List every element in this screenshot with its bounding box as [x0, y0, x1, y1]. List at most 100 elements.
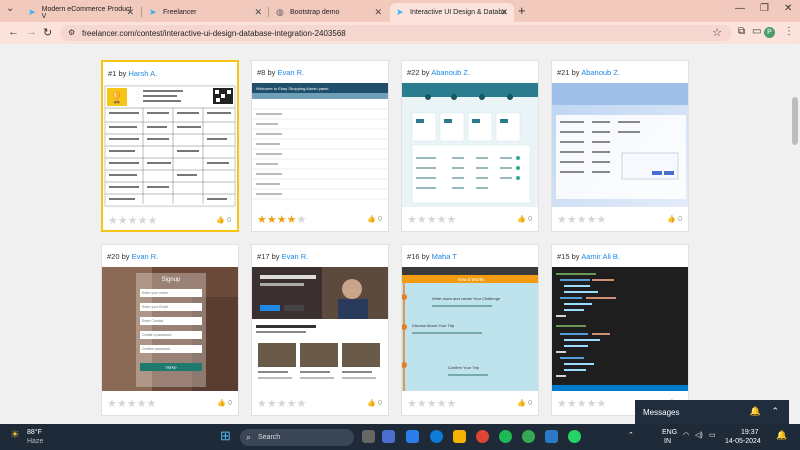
star-rating[interactable]: ★★★★★ — [108, 214, 157, 227]
chevron-up-icon[interactable]: ⌃ — [771, 406, 779, 417]
clock-time[interactable]: 19:37 — [741, 429, 759, 436]
entry-author-link[interactable]: Aamir Ali B. — [581, 252, 620, 261]
svg-text:Enter your Email: Enter your Email — [142, 305, 168, 309]
menu-icon[interactable]: ⋮ — [784, 26, 794, 37]
messages-panel[interactable]: Messages 🔔 ⌃ — [635, 400, 789, 424]
star-rating[interactable]: ★★★★★ — [107, 397, 156, 410]
likes-count[interactable]: 👍 0 — [667, 215, 682, 223]
whatsapp-icon[interactable] — [568, 430, 581, 443]
avatar[interactable]: P — [764, 27, 775, 38]
tab-title: Freelancer — [163, 9, 197, 16]
star-rating[interactable]: ★★★★★ — [257, 213, 306, 226]
entry-card[interactable]: #21 by Abanoub Z. ★★★★★ 👍 0 — [551, 60, 689, 232]
bell-icon[interactable]: 🔔 — [750, 406, 761, 417]
entry-number: #16 — [407, 252, 420, 261]
address-bar[interactable]: ⚙ freelancer.com/contest/interactive-ui-… — [60, 25, 732, 41]
maximize-button[interactable]: ❐ — [760, 3, 769, 14]
spotify-icon[interactable] — [499, 430, 512, 443]
search-icon: ⌕ — [246, 432, 252, 442]
contest-entries-page: #1 by Harsh A. 🏆 ★★★★★ 👍 0 #8 by Evan R.… — [0, 44, 790, 424]
close-tab-icon[interactable]: ✕ — [374, 7, 382, 18]
bookmark-star-icon[interactable]: ☆ — [712, 26, 722, 39]
chrome-profile-icon[interactable] — [522, 430, 535, 443]
entry-thumbnail[interactable]: How it Works Write down and create Your … — [402, 267, 538, 391]
vscode-icon[interactable] — [545, 430, 558, 443]
entry-thumbnail[interactable] — [552, 267, 688, 391]
site-info-icon[interactable]: ⚙ — [68, 28, 75, 37]
entry-card[interactable]: #17 by Evan R. ★★★★★ 👍 0 — [251, 244, 389, 416]
file-explorer-icon[interactable] — [453, 430, 466, 443]
entry-author-link[interactable]: Abanoub Z. — [431, 68, 470, 77]
likes-count[interactable]: 👍 0 — [216, 216, 231, 224]
windows-start-icon[interactable]: ⊞ — [220, 428, 231, 444]
copilot-icon[interactable] — [382, 430, 395, 443]
entry-card[interactable]: #1 by Harsh A. 🏆 ★★★★★ 👍 0 — [101, 60, 239, 232]
task-view-icon[interactable] — [362, 430, 375, 443]
likes-count[interactable]: 👍 0 — [217, 399, 232, 407]
entry-author-link[interactable]: Harsh A. — [128, 69, 157, 78]
tab-interactive-ui[interactable]: ➤ Interactive UI Design & Databa ✕ — [390, 3, 514, 22]
wifi-icon[interactable]: ◠ — [683, 431, 689, 439]
entry-header: #17 by Evan R. — [257, 252, 309, 261]
new-tab-button[interactable]: + — [518, 3, 526, 18]
entry-thumbnail[interactable] — [552, 83, 688, 207]
minimize-button[interactable]: — — [735, 3, 745, 14]
close-tab-icon[interactable]: ✕ — [126, 7, 134, 18]
likes-count[interactable]: 👍 0 — [517, 215, 532, 223]
battery-icon[interactable]: ▭ — [709, 431, 716, 439]
photos-icon[interactable] — [406, 430, 419, 443]
entry-thumbnail[interactable]: Welcome to Ebay Shopping Admin panel — [252, 83, 388, 207]
notifications-icon[interactable]: 🔔 — [776, 430, 787, 441]
entry-card[interactable]: #22 by Abanoub Z. ★★★★★ 👍 0 — [401, 60, 539, 232]
chevron-up-icon[interactable]: ⌃ — [628, 431, 634, 439]
language-code[interactable]: ENG — [662, 429, 677, 436]
close-window-button[interactable]: ✕ — [784, 3, 792, 14]
star-rating[interactable]: ★★★★★ — [557, 213, 606, 226]
browser-tab-strip: ➤ Modern eCommerce Product V ✕ ➤ Freelan… — [0, 0, 800, 22]
entry-number: #20 — [107, 252, 120, 261]
entry-author-link[interactable]: Evan R. — [282, 252, 309, 261]
scrollbar-thumb[interactable] — [792, 97, 798, 145]
star-rating[interactable]: ★★★★★ — [557, 397, 606, 410]
tab-search-icon[interactable]: ⌄ — [6, 3, 14, 14]
edge-icon[interactable] — [430, 430, 443, 443]
entry-thumbnail[interactable]: 🏆 — [103, 84, 237, 208]
extensions-icon[interactable]: ⧉ — [738, 26, 745, 37]
star-rating[interactable]: ★★★★★ — [407, 397, 456, 410]
likes-count[interactable]: 👍 0 — [367, 399, 382, 407]
entry-thumbnail[interactable]: Signup Enter your name Enter your Email E… — [102, 267, 238, 391]
svg-text:Enter Contact: Enter Contact — [142, 319, 163, 323]
entry-author-link[interactable]: Maha T — [432, 252, 457, 261]
forward-icon[interactable]: → — [26, 26, 37, 38]
taskbar-search[interactable]: ⌕ Search — [240, 429, 354, 446]
entry-card[interactable]: #20 by Evan R. Signup Enter your name Ent… — [101, 244, 239, 416]
entry-card[interactable]: #16 by Maha T How it Works Write down an… — [401, 244, 539, 416]
tab-modern-ecommerce[interactable]: ➤ Modern eCommerce Product V ✕ — [22, 3, 140, 22]
entry-author-link[interactable]: Evan R. — [132, 252, 159, 261]
entry-number: #21 — [557, 68, 570, 77]
entry-card[interactable]: #15 by Aamir Ali B. ★★★★★ 👍 0 — [551, 244, 689, 416]
weather-icon[interactable]: ☀ — [10, 428, 20, 441]
entry-card[interactable]: #8 by Evan R. Welcome to Ebay Shopping A… — [251, 60, 389, 232]
tab-freelancer[interactable]: ➤ Freelancer ✕ — [143, 3, 268, 22]
entry-thumbnail[interactable] — [252, 267, 388, 391]
freelancer-icon: ➤ — [28, 7, 36, 17]
thumb-title: Welcome to Ebay Shopping Admin panel — [256, 86, 329, 91]
close-tab-icon[interactable]: ✕ — [254, 7, 262, 18]
entry-author-link[interactable]: Abanoub Z. — [581, 68, 620, 77]
close-tab-icon[interactable]: ✕ — [500, 7, 508, 18]
volume-icon[interactable]: ◁) — [695, 431, 703, 439]
star-rating[interactable]: ★★★★★ — [407, 213, 456, 226]
reload-icon[interactable]: ↻ — [43, 26, 52, 39]
likes-count[interactable]: 👍 0 — [367, 215, 382, 223]
tab-bootstrap-demo[interactable]: ◍ Bootstrap demo ✕ — [270, 3, 388, 22]
back-icon[interactable]: ← — [8, 26, 19, 38]
weather-condition: Haze — [27, 438, 44, 445]
star-rating[interactable]: ★★★★★ — [257, 397, 306, 410]
entry-thumbnail[interactable] — [402, 83, 538, 207]
sidebar-icon[interactable]: ▭ — [752, 26, 761, 37]
entry-header: #8 by Evan R. — [257, 68, 305, 77]
chrome-icon[interactable] — [476, 430, 489, 443]
likes-count[interactable]: 👍 0 — [517, 399, 532, 407]
entry-author-link[interactable]: Evan R. — [277, 68, 304, 77]
